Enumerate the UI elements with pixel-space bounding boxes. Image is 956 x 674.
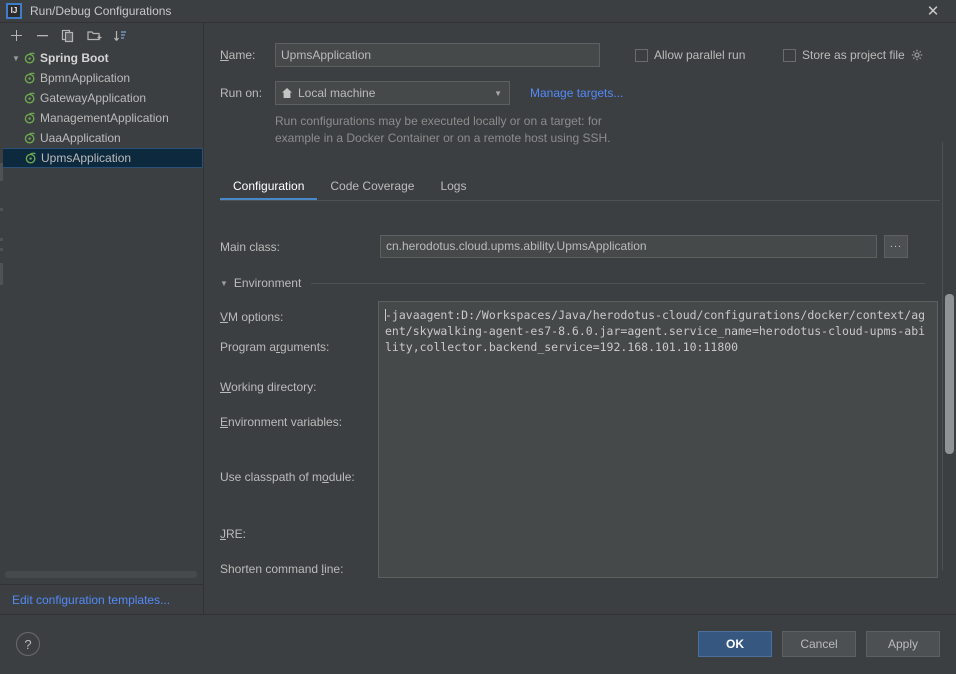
tree-group-label: Spring Boot bbox=[40, 51, 109, 65]
title-bar: IJ Run/Debug Configurations ✕ bbox=[0, 0, 956, 23]
main-class-label: Main class: bbox=[220, 240, 281, 254]
edge-tick bbox=[0, 238, 3, 241]
copy-icon[interactable] bbox=[60, 28, 76, 44]
name-label: Name: bbox=[220, 48, 256, 62]
tree-item-bpmn-application[interactable]: BpmnApplication bbox=[1, 68, 203, 88]
tree-item-uaa-application[interactable]: UaaApplication bbox=[1, 128, 203, 148]
jre-label: JRE: bbox=[220, 527, 247, 541]
tab-divider bbox=[220, 200, 940, 201]
vm-options-label: VM options: bbox=[220, 310, 284, 324]
program-arguments-label: Program arguments: bbox=[220, 340, 330, 354]
help-button[interactable]: ? bbox=[16, 632, 40, 656]
tree-item-label: BpmnApplication bbox=[40, 71, 131, 85]
environment-variables-label: Environment variables: bbox=[220, 415, 343, 429]
home-icon bbox=[280, 86, 294, 100]
tree-item-gateway-application[interactable]: GatewayApplication bbox=[1, 88, 203, 108]
tree-item-management-application[interactable]: ManagementApplication bbox=[1, 108, 203, 128]
tab-logs[interactable]: Logs bbox=[427, 173, 479, 199]
edge-tick bbox=[0, 208, 3, 211]
main-class-input[interactable]: cn.herodotus.cloud.upms.ability.UpmsAppl… bbox=[380, 235, 877, 258]
chevron-down-icon[interactable]: ▼ bbox=[220, 279, 228, 288]
sidebar-left-edge bbox=[0, 48, 3, 593]
tab-code-coverage[interactable]: Code Coverage bbox=[317, 173, 427, 199]
apply-button[interactable]: Apply bbox=[866, 631, 940, 657]
configuration-detail-panel: Name: UpmsApplication Allow parallel run… bbox=[205, 23, 956, 614]
close-icon[interactable]: ✕ bbox=[910, 0, 956, 23]
name-input[interactable]: UpmsApplication bbox=[275, 43, 600, 67]
working-directory-label: Working directory: bbox=[220, 380, 317, 394]
chevron-down-icon[interactable]: ▼ bbox=[494, 89, 502, 98]
vm-options-value: -javaagent:D:/Workspaces/Java/herodotus-… bbox=[385, 308, 926, 354]
checkbox-box[interactable] bbox=[783, 48, 796, 62]
run-on-hint: Run configurations may be executed local… bbox=[275, 113, 695, 147]
chevron-down-icon[interactable]: ▼ bbox=[9, 54, 23, 63]
edge-tick bbox=[0, 163, 3, 181]
spring-boot-icon bbox=[23, 91, 37, 105]
scrollbar-thumb[interactable] bbox=[945, 294, 954, 454]
folder-add-icon[interactable] bbox=[86, 28, 102, 44]
run-on-hint-line2: example in a Docker Container or on a re… bbox=[275, 131, 611, 145]
gear-icon[interactable] bbox=[911, 49, 923, 61]
logo-text: IJ bbox=[10, 6, 18, 15]
configuration-form: Main class: cn.herodotus.cloud.upms.abil… bbox=[205, 208, 956, 588]
store-as-project-file-label: Store as project file bbox=[802, 48, 905, 62]
run-debug-configurations-dialog: IJ Run/Debug Configurations ✕ ▼ Spring B… bbox=[0, 0, 956, 674]
spring-boot-icon bbox=[23, 71, 37, 85]
allow-parallel-run-label: Allow parallel run bbox=[654, 48, 746, 62]
tree-item-label: ManagementApplication bbox=[40, 111, 169, 125]
use-classpath-of-module-label: Use classpath of module: bbox=[220, 470, 355, 484]
name-label-rest: ame: bbox=[228, 48, 256, 62]
minus-icon[interactable] bbox=[34, 28, 50, 44]
manage-targets-link[interactable]: Manage targets... bbox=[530, 86, 623, 100]
edge-tick bbox=[0, 248, 3, 251]
detail-vertical-scrollbar[interactable] bbox=[943, 142, 956, 570]
section-divider bbox=[311, 282, 925, 284]
dialog-footer: ? OK Cancel Apply bbox=[0, 614, 956, 674]
allow-parallel-run-checkbox[interactable]: Allow parallel run bbox=[635, 48, 745, 62]
run-on-dropdown[interactable]: Local machine ▼ bbox=[275, 81, 510, 105]
sidebar-footer: Edit configuration templates... bbox=[0, 584, 204, 614]
run-on-value: Local machine bbox=[298, 86, 376, 100]
intellij-logo-icon: IJ bbox=[6, 3, 22, 19]
cancel-button[interactable]: Cancel bbox=[782, 631, 856, 657]
configurations-tree[interactable]: ▼ Spring Boot BpmnApplication GatewayApp… bbox=[1, 48, 203, 593]
environment-section-header[interactable]: ▼ Environment bbox=[220, 276, 925, 290]
ok-button[interactable]: OK bbox=[698, 631, 772, 657]
tree-item-label: GatewayApplication bbox=[40, 91, 147, 105]
configuration-tabs: Configuration Code Coverage Logs bbox=[220, 173, 940, 201]
checkbox-box[interactable] bbox=[635, 48, 648, 62]
run-on-label: Run on: bbox=[220, 86, 263, 100]
edit-configuration-templates-link[interactable]: Edit configuration templates... bbox=[12, 593, 170, 607]
edge-tick bbox=[0, 263, 3, 285]
run-on-hint-line1: Run configurations may be executed local… bbox=[275, 114, 602, 128]
plus-icon[interactable] bbox=[8, 28, 24, 44]
sidebar-toolbar bbox=[0, 23, 204, 48]
tree-item-label: UpmsApplication bbox=[41, 151, 132, 165]
environment-section-title: Environment bbox=[233, 276, 302, 290]
spring-boot-icon bbox=[23, 111, 37, 125]
browse-main-class-button[interactable]: ... bbox=[884, 235, 908, 258]
store-as-project-file-checkbox[interactable]: Store as project file bbox=[783, 48, 923, 62]
tree-item-label: UaaApplication bbox=[40, 131, 121, 145]
tab-configuration[interactable]: Configuration bbox=[220, 173, 318, 201]
page-title: Run/Debug Configurations bbox=[30, 4, 172, 18]
tree-item-upms-application[interactable]: UpmsApplication bbox=[1, 148, 203, 168]
spring-boot-icon bbox=[23, 51, 37, 65]
shorten-command-line-label: Shorten command line: bbox=[220, 562, 344, 576]
spring-boot-icon bbox=[24, 151, 38, 165]
configurations-sidebar: ▼ Spring Boot BpmnApplication GatewayApp… bbox=[0, 23, 204, 614]
spring-boot-icon bbox=[23, 131, 37, 145]
sort-icon[interactable] bbox=[112, 28, 128, 44]
sidebar-horizontal-scrollbar[interactable] bbox=[5, 571, 197, 578]
tree-group-spring-boot[interactable]: ▼ Spring Boot bbox=[1, 48, 203, 68]
vm-options-textarea[interactable]: -javaagent:D:/Workspaces/Java/herodotus-… bbox=[378, 301, 938, 578]
